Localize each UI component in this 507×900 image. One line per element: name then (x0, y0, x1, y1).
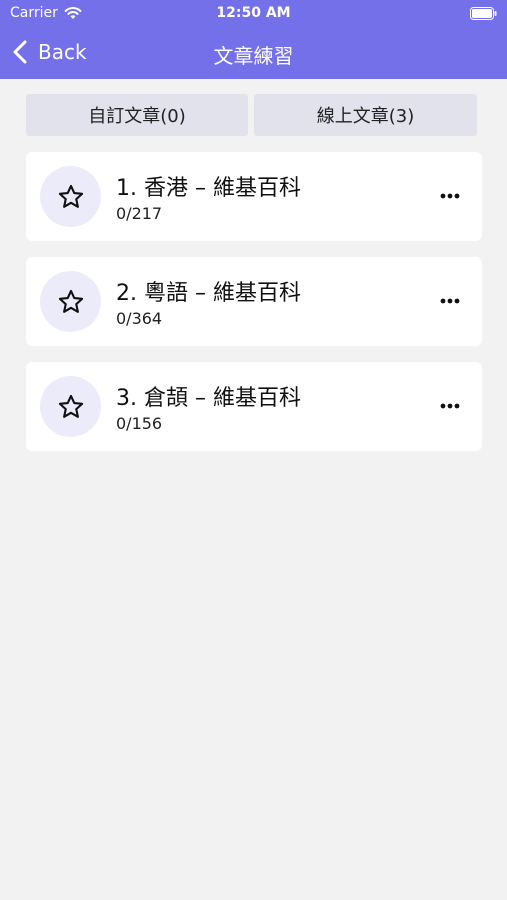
favorite-button[interactable] (40, 166, 101, 227)
star-outline-icon (58, 184, 83, 208)
status-time: 12:50 AM (216, 5, 291, 21)
article-title: 3. 倉頡 – 維基百科 (116, 386, 301, 411)
article-progress: 0/156 (116, 414, 163, 433)
article-card[interactable]: 2. 粵語 – 維基百科 0/364 (26, 257, 482, 346)
tab-online-articles[interactable]: 線上文章(3) (254, 94, 477, 136)
page-title: 文章練習 (213, 44, 294, 68)
more-options-button[interactable] (438, 394, 462, 418)
ellipsis-icon (440, 193, 460, 199)
favorite-button[interactable] (40, 271, 101, 332)
star-outline-icon (58, 289, 83, 313)
tab-custom-articles[interactable]: 自訂文章(0) (26, 94, 248, 136)
star-outline-icon (58, 394, 83, 418)
more-options-button[interactable] (438, 184, 462, 208)
article-card[interactable]: 1. 香港 – 維基百科 0/217 (26, 152, 482, 241)
article-title: 1. 香港 – 維基百科 (116, 176, 301, 201)
ellipsis-icon (440, 403, 460, 409)
ellipsis-icon (440, 298, 460, 304)
article-progress: 0/217 (116, 204, 163, 223)
navigation-bar: Back 文章練習 (0, 30, 507, 74)
battery-icon (470, 7, 497, 20)
top-bar: Carrier 12:50 AM Back 文章練習 (0, 0, 507, 79)
more-options-button[interactable] (438, 289, 462, 313)
article-progress: 0/364 (116, 309, 163, 328)
article-title: 2. 粵語 – 維基百科 (116, 281, 301, 306)
article-card[interactable]: 3. 倉頡 – 維基百科 0/156 (26, 362, 482, 451)
status-bar: Carrier 12:50 AM (0, 0, 507, 28)
favorite-button[interactable] (40, 376, 101, 437)
